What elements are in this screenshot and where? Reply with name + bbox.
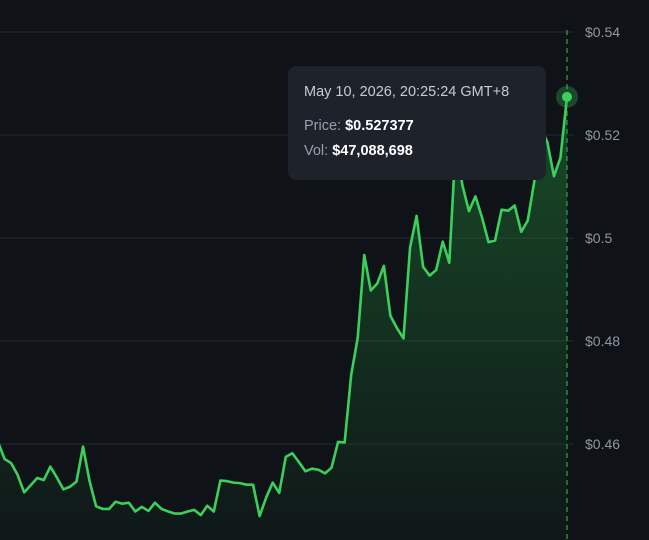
y-tick-label: $0.48 [585,333,620,349]
tooltip-price-row: Price: $0.527377 [304,114,530,139]
tooltip-price-label: Price: [304,118,342,134]
tooltip-vol-value: $47,088,698 [332,143,413,159]
tooltip-vol-label: Vol: [304,143,329,159]
price-tooltip: May 10, 2026, 20:25:24 GMT+8 Price: $0.5… [288,66,546,180]
y-axis-ticks: $0.54 $0.52 $0.5 $0.48 $0.46 [585,24,620,452]
y-tick-label: $0.46 [585,436,620,452]
hover-point[interactable] [562,91,572,102]
y-tick-label: $0.54 [585,24,620,40]
tooltip-price-value: $0.527377 [345,118,414,134]
tooltip-vol-row: Vol: $47,088,698 [304,139,530,164]
price-chart[interactable]: $0.54 $0.52 $0.5 $0.48 $0.46 May 10, 2026, 2… [0,0,649,540]
tooltip-date: May 10, 2026, 20:25:24 GMT+8 [304,84,510,100]
y-tick-label: $0.5 [585,230,612,246]
y-tick-label: $0.52 [585,127,620,143]
